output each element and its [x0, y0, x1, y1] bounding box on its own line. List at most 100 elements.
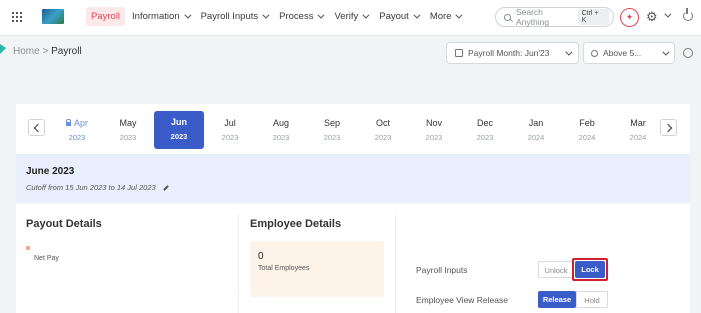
month-year: 2023 — [170, 132, 188, 141]
breadcrumb-separator: > — [42, 46, 49, 57]
calendar-icon — [455, 49, 463, 57]
power-icon[interactable] — [683, 8, 693, 21]
nav-item-payout[interactable]: Payout — [374, 7, 423, 26]
month-year: 2023 — [272, 133, 290, 142]
ai-sparkle-icon[interactable]: ✦ — [620, 8, 639, 27]
chevron-down-icon — [413, 11, 421, 19]
nav-item-payroll[interactable]: Payroll — [86, 7, 126, 26]
search-box[interactable]: Search Anything Ctrl + K — [495, 7, 614, 27]
month-name: Dec — [461, 118, 509, 128]
month-label: Jan — [528, 118, 544, 128]
hold-button[interactable]: Hold — [576, 291, 608, 308]
month-label: May — [119, 118, 137, 128]
nav-item-payroll-inputs[interactable]: Payroll Inputs — [196, 7, 273, 26]
period-title: June 2023 — [26, 166, 75, 177]
month-label: Apr — [73, 118, 88, 128]
month-mar-2024[interactable]: Mar 2024 — [614, 112, 662, 148]
unlock-button[interactable]: Unlock — [538, 261, 574, 278]
nav-item-label: Payroll — [91, 11, 121, 22]
month-name: Feb — [563, 118, 611, 128]
legend-net-pay: Net Pay — [34, 255, 59, 262]
release-button[interactable]: Release — [538, 291, 576, 308]
breadcrumb: Home > Payroll — [13, 46, 82, 57]
nav-item-verify[interactable]: Verify — [329, 7, 372, 26]
month-year: 2024 — [629, 133, 647, 142]
pin-marker-icon — [0, 44, 6, 54]
payout-details-title: Payout Details — [26, 218, 102, 230]
employee-filter-select[interactable]: Above 5... — [583, 42, 675, 64]
next-month-button[interactable] — [660, 119, 677, 136]
breadcrumb-home[interactable]: Home — [13, 46, 40, 57]
nav-item-process[interactable]: Process — [274, 7, 327, 26]
cutoff-range: Cutoff from 15 Jun 2023 to 14 Jul 2023 — [26, 183, 156, 192]
month-label: Oct — [375, 118, 390, 128]
nav-item-more[interactable]: More — [425, 7, 466, 26]
previous-month-button[interactable] — [28, 119, 45, 136]
month-name: Sep — [308, 118, 356, 128]
nav-item-label: Payout — [379, 11, 409, 22]
month-year: 2023 — [323, 133, 341, 142]
divider — [395, 214, 396, 313]
total-employees-label: Total Employees — [258, 265, 310, 272]
month-year: 2023 — [119, 133, 137, 142]
edit-pencil-icon[interactable] — [162, 185, 169, 191]
month-aug-2023[interactable]: Aug 2023 — [257, 112, 305, 148]
month-apr-2023[interactable]: Apr 2023 — [53, 112, 101, 148]
nav-item-label: Information — [132, 11, 180, 22]
app-launcher-icon[interactable] — [12, 12, 22, 22]
month-label: Jun — [170, 117, 187, 127]
month-label: Feb — [579, 118, 595, 128]
employee-details-title: Employee Details — [250, 218, 342, 230]
divider — [238, 214, 239, 313]
month-sep-2023[interactable]: Sep 2023 — [308, 112, 356, 148]
month-nov-2023[interactable]: Nov 2023 — [410, 112, 458, 148]
month-may-2023[interactable]: May 2023 — [104, 112, 152, 148]
chevron-down-icon — [362, 11, 370, 19]
lock-button[interactable]: Lock — [575, 261, 605, 278]
month-name: Oct — [359, 118, 407, 128]
company-logo[interactable] — [42, 9, 64, 24]
payroll-month-select[interactable]: Payroll Month: Jun'23 — [446, 42, 579, 64]
history-icon[interactable] — [683, 48, 693, 58]
chevron-down-icon — [662, 48, 670, 56]
total-employees-count: 0 — [258, 251, 264, 262]
nav-item-information[interactable]: Information — [127, 7, 194, 26]
chevron-down-icon — [183, 11, 192, 19]
month-name: Jan — [512, 118, 560, 128]
payroll-month-value: Payroll Month: Jun'23 — [468, 48, 550, 58]
chevron-down-icon — [565, 48, 573, 56]
chevron-down-icon[interactable] — [664, 10, 672, 18]
month-label: Nov — [425, 118, 442, 128]
month-label: Jul — [224, 118, 236, 128]
month-jun-2023[interactable]: Jun 2023 — [154, 111, 204, 149]
nav-item-label: Process — [279, 11, 314, 22]
chevron-down-icon — [262, 11, 270, 19]
month-name: May — [104, 118, 152, 128]
chevron-down-icon — [317, 11, 325, 19]
month-jul-2023[interactable]: Jul 2023 — [206, 112, 254, 148]
month-jan-2024[interactable]: Jan 2024 — [512, 112, 560, 148]
month-name: Mar — [614, 118, 662, 128]
month-label: Sep — [323, 118, 340, 128]
month-name: Jul — [206, 118, 254, 128]
employee-view-release-label: Employee View Release — [416, 295, 508, 305]
month-oct-2023[interactable]: Oct 2023 — [359, 112, 407, 148]
month-dec-2023[interactable]: Dec 2023 — [461, 112, 509, 148]
legend-swatch — [26, 246, 30, 250]
month-year: 2024 — [578, 133, 596, 142]
month-name: Apr — [53, 118, 101, 128]
cutoff-text: Cutoff from 15 Jun 2023 to 14 Jul 2023 — [26, 183, 169, 192]
month-feb-2024[interactable]: Feb 2024 — [563, 112, 611, 148]
month-name: Aug — [257, 118, 305, 128]
search-shortcut-badge: Ctrl + K — [577, 9, 609, 25]
top-navigation-bar: Payroll Information Payroll Inputs Process V… — [0, 0, 701, 36]
month-year: 2023 — [374, 133, 392, 142]
gear-icon[interactable]: ⚙ — [646, 9, 658, 25]
payroll-content: Payout Details Net Pay Employee Details … — [16, 204, 690, 313]
month-year: 2023 — [221, 133, 239, 142]
month-year: 2023 — [425, 133, 443, 142]
payroll-inputs-label: Payroll Inputs — [416, 265, 468, 275]
month-name: Jun — [154, 117, 204, 127]
month-name: Nov — [410, 118, 458, 128]
month-year: 2023 — [68, 133, 86, 142]
